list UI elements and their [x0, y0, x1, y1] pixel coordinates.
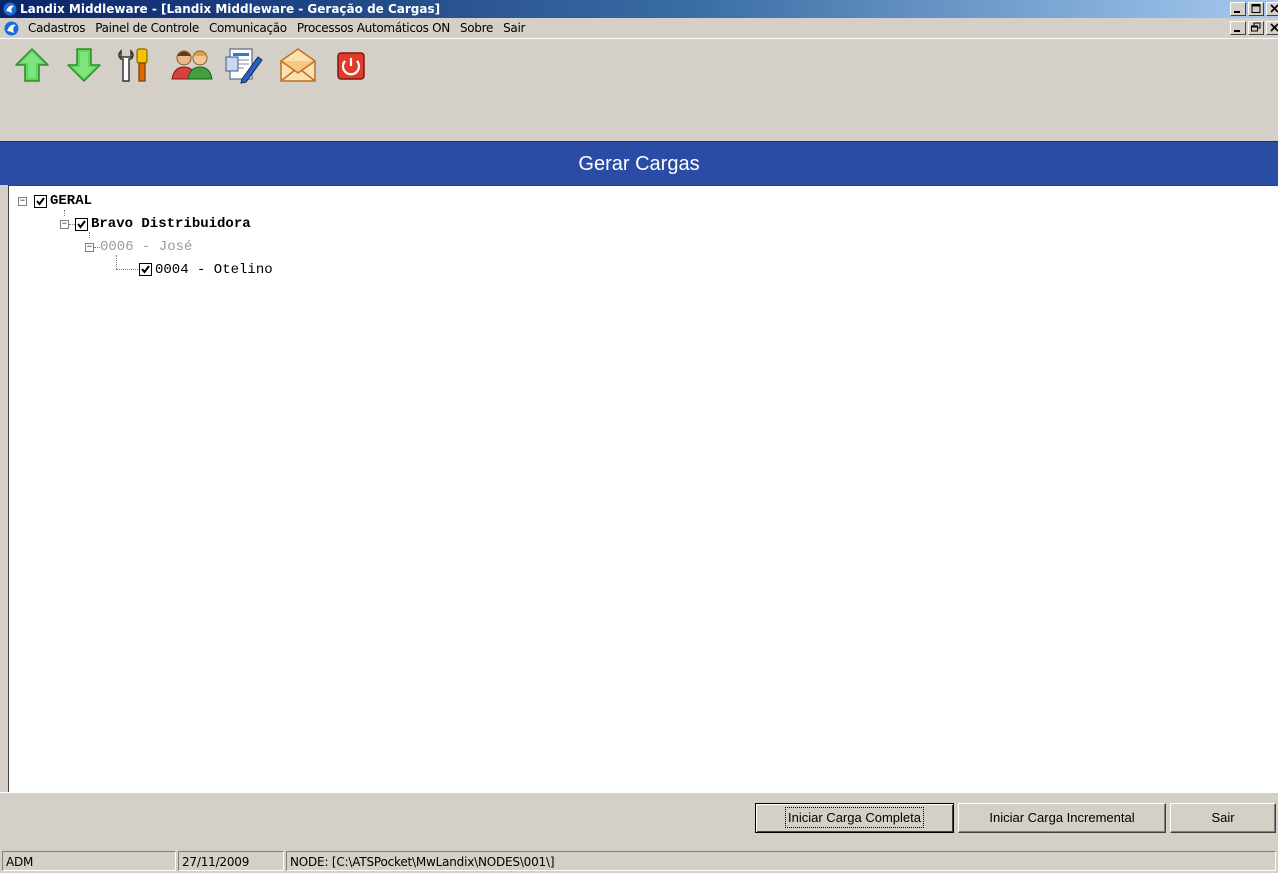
minimize-button[interactable]	[1230, 2, 1246, 16]
close-icon	[1270, 23, 1278, 32]
tree-node-bravo[interactable]: Bravo Distribuidora	[91, 215, 251, 233]
checkmark-icon	[77, 220, 86, 229]
users-icon	[171, 50, 213, 80]
page-title: Gerar Cargas	[0, 141, 1278, 185]
tree-collapse-toggle[interactable]: −	[85, 243, 94, 252]
mdi-restore-button[interactable]	[1248, 21, 1264, 35]
settings-button[interactable]	[113, 45, 153, 85]
tree-checkbox-geral[interactable]	[34, 195, 47, 208]
upload-arrow-icon	[15, 48, 49, 82]
toolbar	[0, 38, 1278, 139]
menu-sobre[interactable]: Sobre	[455, 18, 498, 38]
status-bar: ADM 27/11/2009 NODE: [C:\ATSPocket\MwLan…	[0, 848, 1278, 873]
window-title: Landix Middleware - [Landix Middleware -…	[20, 2, 441, 16]
status-user: ADM	[2, 851, 176, 871]
menu-bar: Cadastros Painel de Controle Comunicação…	[0, 18, 1278, 38]
envelope-icon	[280, 48, 316, 82]
maximize-icon	[1251, 4, 1261, 13]
status-node-path: NODE: [C:\ATSPocket\MwLandix\NODES\001\]	[286, 851, 1276, 871]
users-button[interactable]	[170, 45, 213, 85]
menu-painel-de-controle[interactable]: Painel de Controle	[90, 18, 204, 38]
mdi-child-icon[interactable]	[4, 21, 19, 36]
checkmark-icon	[36, 197, 45, 206]
tree-node-jose[interactable]: 0006 - José	[100, 238, 192, 256]
reports-button[interactable]	[224, 45, 264, 85]
restore-icon	[1251, 22, 1261, 32]
upload-button[interactable]	[12, 45, 52, 85]
tools-icon	[118, 48, 148, 82]
tree-checkbox-otelino[interactable]	[139, 263, 152, 276]
exit-label: Sair	[1211, 810, 1235, 825]
tree-collapse-toggle[interactable]: −	[18, 197, 27, 206]
minimize-icon	[1234, 30, 1240, 32]
document-edit-icon	[225, 48, 263, 84]
mdi-close-button[interactable]	[1266, 21, 1278, 35]
title-bar: Landix Middleware - [Landix Middleware -…	[0, 0, 1278, 18]
start-full-load-label: Iniciar Carga Completa	[785, 807, 924, 828]
app-icon	[3, 2, 17, 16]
tree-collapse-toggle[interactable]: −	[60, 220, 69, 229]
status-date: 27/11/2009	[178, 851, 284, 871]
messages-button[interactable]	[278, 45, 318, 85]
menu-comunicacao[interactable]: Comunicação	[204, 18, 292, 38]
menu-sair[interactable]: Sair	[498, 18, 530, 38]
menu-processos-automaticos[interactable]: Processos Automáticos ON	[292, 18, 455, 38]
exit-button[interactable]: Sair	[1170, 803, 1276, 833]
tree-node-geral[interactable]: GERAL	[50, 192, 92, 210]
button-bar: Iniciar Carga Completa Iniciar Carga Inc…	[0, 792, 1278, 849]
power-icon	[337, 52, 365, 80]
minimize-icon	[1234, 11, 1240, 13]
menu-cadastros[interactable]: Cadastros	[23, 18, 90, 38]
close-button[interactable]	[1266, 2, 1278, 16]
maximize-button[interactable]	[1248, 2, 1264, 16]
start-incremental-load-label: Iniciar Carga Incremental	[989, 810, 1135, 825]
checkmark-icon	[141, 265, 150, 274]
start-incremental-load-button[interactable]: Iniciar Carga Incremental	[958, 803, 1166, 833]
download-button[interactable]	[64, 45, 104, 85]
start-full-load-button[interactable]: Iniciar Carga Completa	[755, 803, 954, 833]
mdi-minimize-button[interactable]	[1230, 21, 1246, 35]
tree-view[interactable]: − GERAL − Bravo Distribuidora − 0006 - J…	[8, 185, 1278, 792]
shutdown-button[interactable]	[330, 45, 370, 85]
tree-checkbox-bravo[interactable]	[75, 218, 88, 231]
close-icon	[1270, 4, 1278, 13]
download-arrow-icon	[67, 48, 101, 82]
tree-node-otelino[interactable]: 0004 - Otelino	[155, 261, 273, 279]
